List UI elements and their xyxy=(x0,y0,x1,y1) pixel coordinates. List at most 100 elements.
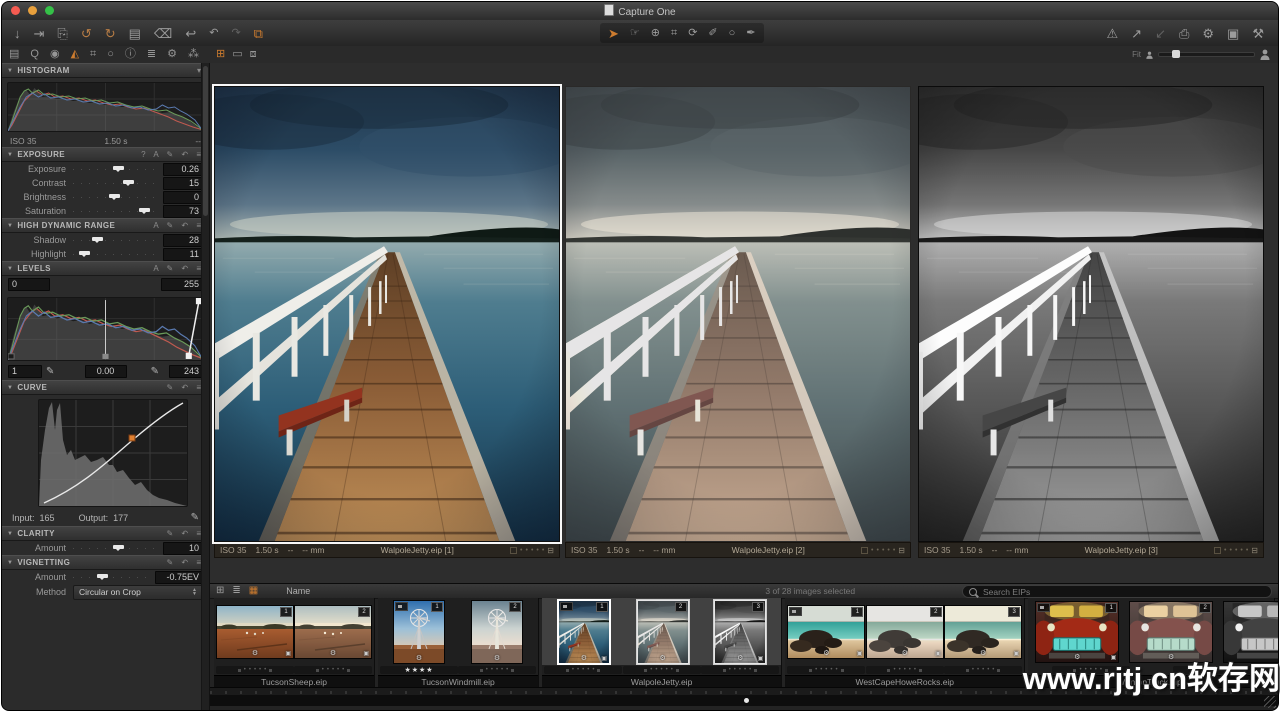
reset-adjustments-icon[interactable]: ↩ xyxy=(185,27,196,40)
filmstrip-view-icon[interactable]: ▦ xyxy=(249,586,258,596)
tab-info[interactable]: ⓘ xyxy=(125,49,136,60)
gear-icon[interactable]: ⚙ xyxy=(659,655,665,662)
curve-panel-tools[interactable]: ✎ ↶ ≡ xyxy=(166,383,204,392)
curve-panel-header[interactable]: ▼ CURVE ✎ ↶ ≡ xyxy=(2,380,209,395)
rating-widget-stars[interactable]: ★★★★ xyxy=(380,666,458,674)
thumbnail-toggle-icon[interactable]: ⊟ xyxy=(898,546,905,555)
list-view-icon[interactable]: ≣ xyxy=(232,586,240,596)
gear-icon[interactable]: ⚙ xyxy=(330,650,336,657)
rating-widget[interactable]: ••••• xyxy=(458,666,536,674)
rating-widget[interactable]: ••••• xyxy=(294,666,372,674)
rotate-tool[interactable]: ⟳ xyxy=(688,28,697,39)
tab-quick[interactable]: ⁂ xyxy=(188,49,199,60)
pick-white-balance-tool[interactable]: ✐ xyxy=(708,28,717,39)
rotate-cw-icon[interactable]: ↻ xyxy=(105,27,116,40)
brightness-slider[interactable] xyxy=(73,192,157,202)
photo-walpolejetty-3[interactable] xyxy=(918,86,1264,542)
levels-panel-tools[interactable]: A ✎ ↶ ≡ xyxy=(153,264,204,273)
contrast-slider[interactable] xyxy=(73,178,157,188)
gear-icon[interactable]: ⚙ xyxy=(416,655,422,662)
photo-walpolejetty-1[interactable] xyxy=(214,86,560,542)
tab-adjustments[interactable]: ⚙ xyxy=(167,49,177,60)
rating-widget[interactable]: ••••• xyxy=(216,666,294,674)
shadow-value[interactable]: 28 xyxy=(163,234,203,247)
curve-graph[interactable] xyxy=(38,399,188,507)
tab-color[interactable]: ◉ xyxy=(50,49,60,60)
levels-panel-header[interactable]: ▼ LEVELS A ✎ ↶ ≡ xyxy=(2,261,209,276)
trash-icon[interactable]: ⌫ xyxy=(154,27,172,40)
sidebar-scrollbar[interactable] xyxy=(201,63,209,710)
shadow-slider-knob[interactable] xyxy=(92,237,103,241)
scrollbar-dot[interactable] xyxy=(744,698,749,703)
draw-mask-tool[interactable]: ✒ xyxy=(746,28,755,39)
exposure-panel-tools[interactable]: ? A ✎ ↶ ≡ xyxy=(141,150,204,159)
vignetting-amount-slider[interactable] xyxy=(73,572,149,582)
collapse-triangle-icon[interactable]: ▼ xyxy=(7,531,13,537)
levels-midtone-value[interactable]: 0.00 xyxy=(85,365,127,378)
gear-icon[interactable]: ⚙ xyxy=(823,650,829,657)
brightness-slider-knob[interactable] xyxy=(109,194,120,198)
thumbnail-tucsonwindmill-1[interactable]: 1 ⚙ xyxy=(393,600,445,664)
vignetting-amount-value[interactable]: -0.75EV xyxy=(155,571,203,584)
shadow-picker-icon[interactable]: ✎ xyxy=(46,366,54,377)
gear-icon[interactable]: ⚙ xyxy=(902,650,908,657)
photo-walpolejetty-2[interactable] xyxy=(565,86,911,542)
clarity-panel-header[interactable]: ▼ CLARITY ✎ ↶ ≡ xyxy=(2,526,209,541)
exposure-panel-header[interactable]: ▼ EXPOSURE ? A ✎ ↶ ≡ xyxy=(2,147,209,162)
import-back-icon[interactable]: ↙ xyxy=(1155,27,1166,40)
rotate-ccw-icon[interactable]: ↺ xyxy=(81,27,92,40)
warning-icon[interactable]: ⚠ xyxy=(1107,27,1119,40)
undo-icon[interactable]: ↶ xyxy=(209,28,218,39)
gear-icon[interactable]: ⚙ xyxy=(581,655,587,662)
spot-removal-tool[interactable]: ○ xyxy=(729,28,736,39)
single-view-icon[interactable]: ▭ xyxy=(232,49,242,60)
tab-details[interactable]: ○ xyxy=(107,49,114,60)
collapse-triangle-icon[interactable]: ▼ xyxy=(7,68,13,74)
saturation-slider[interactable] xyxy=(73,206,157,216)
gear-icon[interactable]: ⚙ xyxy=(980,650,986,657)
tab-exposure[interactable]: ◭ xyxy=(71,49,79,60)
redo-icon[interactable]: ↷ xyxy=(231,28,240,39)
highlight-value[interactable]: 11 xyxy=(163,248,203,261)
thumbnail-tucsonsheep-2[interactable]: 2 ⚙▣ xyxy=(294,605,372,659)
histogram-panel-header[interactable]: ▼ HISTOGRAM ▾ xyxy=(2,63,209,78)
select-cursor-tool[interactable]: ➤ xyxy=(608,27,619,40)
collapse-triangle-icon[interactable]: ▼ xyxy=(7,223,13,229)
search-box[interactable] xyxy=(962,585,1272,598)
levels-shadow-output[interactable]: 1 xyxy=(8,365,42,378)
rating-widget[interactable]: ••••• xyxy=(866,666,944,674)
collapse-triangle-icon[interactable]: ▼ xyxy=(7,560,13,566)
tools-icon[interactable]: ⚒ xyxy=(1252,27,1264,40)
saturation-slider-knob[interactable] xyxy=(139,208,150,212)
rating-widget[interactable]: ••••• xyxy=(623,666,701,674)
thumbnail-walpolejetty-3[interactable]: 3 ⚙▣ xyxy=(714,600,766,664)
zoom-fit-label[interactable]: Fit xyxy=(1132,50,1141,59)
gear-icon[interactable]: ⚙ xyxy=(737,655,743,662)
rating-widget[interactable]: ••••• xyxy=(701,666,779,674)
highlight-slider[interactable] xyxy=(73,249,157,259)
tab-library[interactable]: ▤ xyxy=(9,49,19,60)
thumbnail-tucsonsheep-1[interactable]: 1 ⚙▣ xyxy=(216,605,294,659)
thumbnail-tucsonwindmill-2[interactable]: 2 ⚙ xyxy=(471,600,523,664)
thumbnail-toggle-icon[interactable]: ⊟ xyxy=(1251,546,1258,555)
rating-control[interactable]: •••••⊟ xyxy=(510,546,554,555)
grid-view-icon[interactable]: ⊞ xyxy=(216,586,224,596)
saturation-value[interactable]: 73 xyxy=(163,205,203,218)
zoom-slider-knob[interactable] xyxy=(1172,50,1180,58)
exposure-slider-knob[interactable] xyxy=(113,166,124,170)
tab-capture[interactable]: Q xyxy=(30,49,39,60)
exposure-value[interactable]: 0.26 xyxy=(163,163,203,176)
clarity-amount-value[interactable]: 10 xyxy=(163,542,203,555)
clarity-amount-slider[interactable] xyxy=(73,543,157,553)
contrast-value[interactable]: 15 xyxy=(163,177,203,190)
collapse-triangle-icon[interactable]: ▼ xyxy=(7,266,13,272)
shadow-slider[interactable] xyxy=(73,235,157,245)
print-icon[interactable]: ⎙ xyxy=(1179,27,1189,40)
multi-view-icon[interactable]: ⊞ xyxy=(216,49,225,60)
copy-adjustments-icon[interactable]: ⧉ xyxy=(254,27,263,40)
rating-widget[interactable]: ••••• xyxy=(544,666,622,674)
clarity-amount-knob[interactable] xyxy=(113,545,124,549)
export-icon[interactable]: ⎘ xyxy=(57,27,67,40)
exposure-slider[interactable] xyxy=(73,164,157,174)
open-in-external-icon[interactable]: ↗ xyxy=(1131,27,1142,40)
